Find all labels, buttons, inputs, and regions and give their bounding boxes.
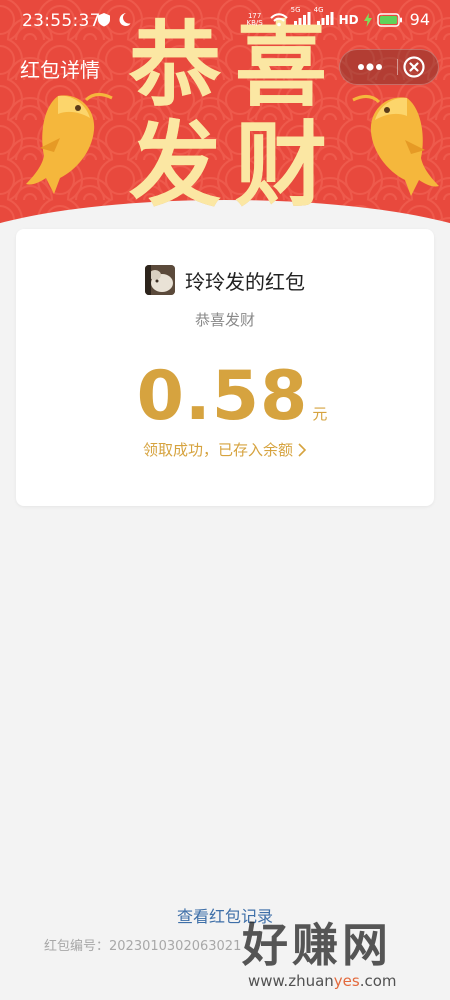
greeting-char: 财	[234, 112, 327, 219]
network-speed: 177 KB/S	[246, 11, 263, 27]
received-amount: 0.58	[136, 357, 309, 436]
more-button[interactable]	[352, 50, 388, 84]
capsule-divider	[397, 59, 398, 75]
watermark-domain: www.zhuanyes.com	[248, 972, 397, 990]
wifi-icon	[269, 12, 288, 26]
watermark-brand: 好赚网	[242, 918, 392, 972]
signal-4g: 4G	[314, 6, 334, 28]
status-time: 23:55:37	[22, 11, 101, 31]
sender-row: 玲玲发的红包	[16, 265, 434, 295]
koi-fish-left-icon	[26, 93, 113, 194]
greeting-characters: 恭 喜 发 财	[125, 16, 335, 216]
balance-status-link[interactable]: 领取成功，已存入余额	[16, 439, 434, 460]
avatar-image-icon	[145, 265, 175, 295]
charging-bolt-icon	[363, 12, 372, 27]
close-button[interactable]	[402, 55, 426, 79]
chevron-right-icon	[298, 442, 307, 457]
serial-label: 红包编号：	[44, 939, 110, 954]
sender-name: 玲玲发的红包	[185, 269, 305, 294]
shield-icon	[98, 13, 110, 27]
packet-serial: 红包编号：2023010302063021	[44, 935, 241, 954]
serial-value: 2023010302063021	[109, 939, 242, 954]
site-watermark: 好赚网 www.zhuanyes.com	[242, 918, 442, 990]
signal-5g: 5G	[291, 6, 311, 28]
battery-level: 94	[409, 10, 430, 29]
red-packet-detail-card: 玲玲发的红包 恭喜发财 0.58 元 领取成功，已存入余额	[16, 229, 434, 506]
battery-icon	[376, 12, 402, 27]
mini-program-capsule	[339, 49, 439, 85]
koi-fish-right-icon	[352, 95, 439, 196]
currency-unit: 元	[312, 405, 328, 423]
sender-avatar[interactable]	[145, 265, 175, 295]
moon-icon	[119, 13, 131, 26]
blessing-text: 恭喜发财	[194, 311, 255, 329]
balance-status-text: 领取成功，已存入余额	[142, 441, 293, 459]
page-title: 红包详情	[20, 58, 100, 82]
more-dots-icon	[358, 63, 382, 71]
status-bar: 23:55:37 177 KB/S 5G 4G HD 94	[0, 0, 450, 40]
amount-row: 0.58 元	[16, 357, 434, 436]
greeting-char: 发	[128, 112, 221, 219]
hd-badge: HD	[338, 12, 359, 27]
